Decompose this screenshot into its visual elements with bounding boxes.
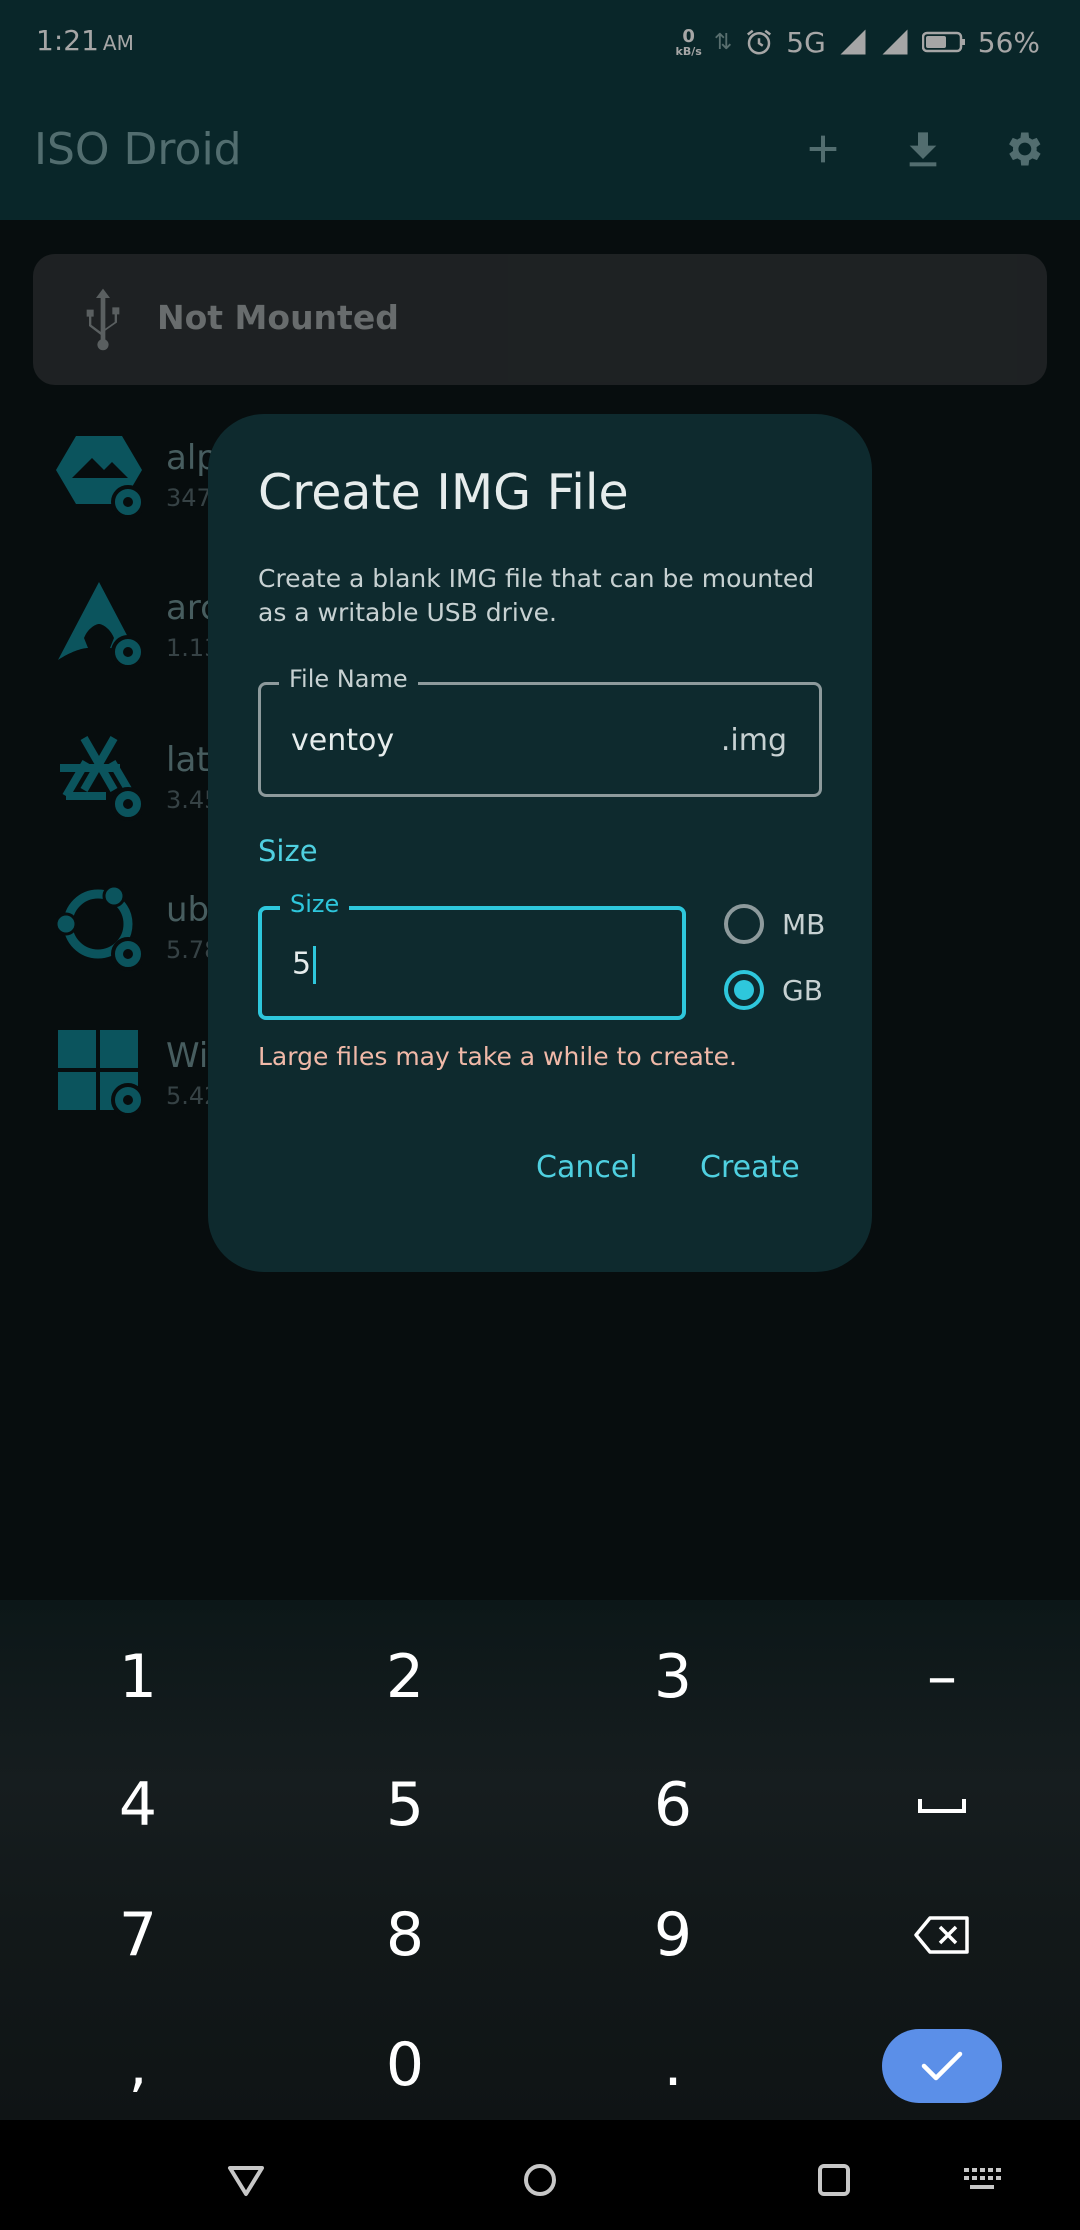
file-name-input[interactable]: ventoy: [291, 723, 394, 758]
iso-name: Wi: [166, 1036, 209, 1076]
status-time: 1:21 AM: [36, 24, 134, 57]
download-icon: [909, 132, 937, 167]
key-9[interactable]: 9: [573, 1880, 773, 1990]
add-icon: [809, 135, 837, 163]
dialog-title: Create IMG File: [258, 464, 629, 521]
key-minus[interactable]: –: [842, 1622, 1042, 1732]
key-1[interactable]: 1: [38, 1622, 238, 1732]
alarm-icon: [747, 29, 772, 55]
file-name-field[interactable]: File Name ventoy .img: [258, 665, 822, 797]
radio-mb[interactable]: [724, 904, 764, 944]
mount-status-label: Not Mounted: [157, 298, 399, 337]
unit-option-mb[interactable]: MB: [724, 904, 825, 944]
numeric-keyboard: 1 2 3 – 4 5 6 7 8 9 , 0 .: [0, 1600, 1080, 2120]
alpine-icon: [56, 436, 142, 519]
key-6[interactable]: 6: [573, 1750, 773, 1860]
net-speed-unit: kB/s: [675, 44, 702, 58]
add-button[interactable]: [788, 114, 858, 184]
backspace-icon: [914, 1916, 969, 1954]
cancel-button[interactable]: Cancel: [536, 1150, 638, 1185]
arch-icon: [58, 582, 142, 669]
key-period[interactable]: .: [573, 2010, 773, 2120]
ubuntu-icon: [56, 884, 142, 971]
clock-text: 1:21: [36, 24, 99, 57]
size-input[interactable]: 5: [292, 946, 317, 984]
done-icon: [921, 2051, 963, 2081]
network-type: 5G: [786, 25, 826, 59]
battery-icon: [921, 31, 965, 53]
create-button[interactable]: Create: [700, 1150, 800, 1185]
recents-icon: [818, 2164, 850, 2196]
space-icon: [918, 1799, 966, 1813]
dialog-description: Create a blank IMG file that can be moun…: [258, 564, 815, 627]
battery-percent: 56%: [977, 25, 1040, 59]
mount-status-card[interactable]: Not Mounted: [33, 254, 1047, 385]
radio-gb[interactable]: [724, 970, 764, 1010]
settings-button[interactable]: [988, 114, 1058, 184]
app-title: ISO Droid: [34, 124, 242, 175]
home-icon: [524, 2164, 556, 2196]
data-activity-icon: ⇅: [713, 29, 733, 55]
back-icon: [228, 2166, 264, 2196]
usb-icon: [86, 288, 120, 351]
size-field[interactable]: Size 5: [258, 890, 686, 1020]
back-button[interactable]: [216, 2150, 276, 2210]
radio-mb-label: MB: [782, 907, 826, 941]
settings-icon: [1009, 132, 1041, 166]
size-heading: Size: [258, 834, 318, 868]
size-warning: Large files may take a while to create.: [258, 1042, 737, 1071]
key-3[interactable]: 3: [573, 1622, 773, 1732]
clock-ampm: AM: [102, 31, 134, 55]
app-bar: ISO Droid: [0, 86, 1080, 220]
iso-name: lat: [166, 740, 210, 780]
home-button[interactable]: [510, 2150, 570, 2210]
keyboard-switch-button[interactable]: [952, 2150, 1012, 2210]
file-name-label: File Name: [279, 665, 418, 693]
iso-name: ub: [166, 890, 210, 930]
size-input-value: 5: [292, 946, 312, 982]
done-key[interactable]: [882, 2029, 1002, 2103]
unit-option-gb[interactable]: GB: [724, 970, 823, 1010]
file-extension-suffix: .img: [720, 723, 787, 758]
key-5[interactable]: 5: [305, 1750, 505, 1860]
net-speed: 0 kB/s: [675, 25, 702, 58]
key-space[interactable]: [842, 1750, 1042, 1860]
recents-button[interactable]: [804, 2150, 864, 2210]
key-8[interactable]: 8: [305, 1880, 505, 1990]
net-speed-value: 0: [682, 25, 695, 47]
signal-icon-2: [882, 29, 908, 55]
nixos-icon: [60, 736, 142, 821]
status-icons: 0 kB/s ⇅ 5G 56%: [676, 22, 1040, 62]
download-button[interactable]: [888, 114, 958, 184]
status-bar: 1:21 AM 0 kB/s ⇅ 5G 56%: [0, 0, 1080, 86]
key-backspace[interactable]: [842, 1880, 1042, 1990]
windows-icon: [58, 1030, 142, 1117]
system-nav-bar: [0, 2120, 1080, 2230]
radio-gb-label: GB: [782, 973, 823, 1007]
size-label: Size: [280, 890, 350, 918]
keyboard-switch-icon: [964, 2168, 1001, 2189]
create-img-dialog: Create IMG File Create a blank IMG file …: [208, 414, 872, 1272]
signal-icon: [840, 29, 866, 55]
key-7[interactable]: 7: [38, 1880, 238, 1990]
key-comma[interactable]: ,: [38, 2010, 238, 2120]
key-2[interactable]: 2: [305, 1622, 505, 1732]
key-4[interactable]: 4: [38, 1750, 238, 1860]
text-cursor: [313, 946, 317, 984]
key-0[interactable]: 0: [305, 2010, 505, 2120]
